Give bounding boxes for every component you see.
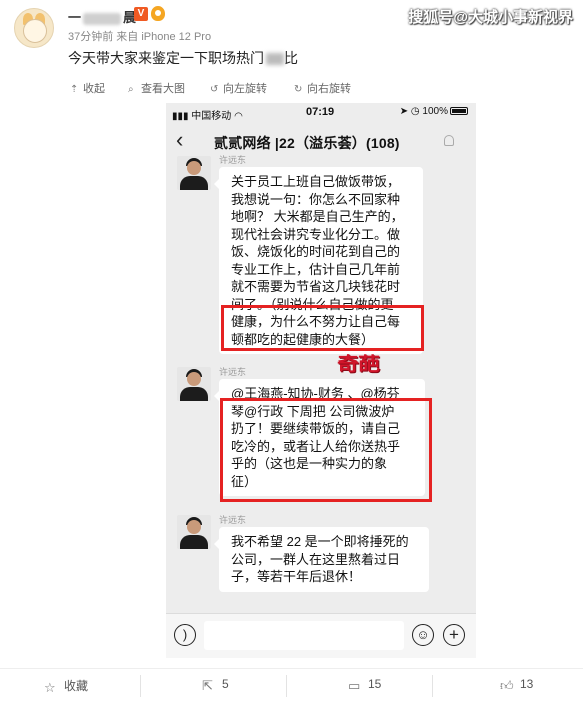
battery-text: 100% — [422, 106, 448, 117]
collapse-icon: ⇡ — [70, 84, 79, 95]
repost-button[interactable]: ⇱ 5 — [202, 677, 229, 693]
favorite-button[interactable]: ☆ 收藏 — [44, 677, 89, 695]
username-prefix: 一 — [68, 10, 82, 25]
username[interactable]: 一晨 — [68, 7, 136, 26]
battery-icon — [450, 107, 468, 116]
post-text: 今天带大家来鉴定一下职场热门 比 — [68, 48, 298, 68]
rotate-right-button[interactable]: ↻ 向右旋转 — [294, 80, 351, 96]
chat-bubble: 我不希望 22 是一个即将捶死的 公司，一群人在这里熬着过日 子，等若干年后退休… — [214, 527, 429, 592]
message-line: 专业工作上，估计自己几年前 — [231, 261, 401, 277]
avatar-face — [23, 19, 47, 43]
emoji-icon: ☺ — [412, 624, 434, 646]
post-meta: 37分钟前 来自 iPhone 12 Pro — [68, 31, 212, 43]
repost-count: 5 — [222, 677, 229, 691]
back-arrow-icon: ‹ — [176, 127, 184, 152]
divider — [432, 675, 433, 697]
message-line: 饭、烧饭化的时间花到自己的 — [231, 244, 401, 259]
rotate-right-icon: ↻ — [294, 84, 303, 95]
view-large-label: 查看大图 — [141, 83, 185, 95]
chat-header: ‹ 贰贰网络 |22（溢乐荟）(108) — [166, 121, 476, 161]
post-text-main: 今天带大家来鉴定一下职场热门 — [68, 50, 264, 66]
highlight-box — [221, 305, 424, 351]
phone-status-bar: ▮▮▮ 中国移动 ◠ 07:19 ➤ ◷ 100% — [166, 103, 476, 122]
watermark: 搜狐号@大城小事新视界 — [408, 9, 573, 26]
comment-count: 15 — [368, 677, 382, 691]
chat-screenshot-image[interactable]: ▮▮▮ 中国移动 ◠ 07:19 ➤ ◷ 100% ‹ 贰贰网络 |22（溢乐荟… — [166, 103, 476, 658]
chat-text-field — [204, 621, 404, 650]
favorite-label: 收藏 — [64, 679, 89, 693]
collapse-button[interactable]: ⇡ 收起 — [70, 80, 105, 96]
thumbs-up-icon: 👍︎ — [500, 678, 514, 693]
status-time: 07:19 — [306, 106, 335, 118]
avatar-body — [180, 535, 208, 549]
sender-avatar — [177, 156, 211, 190]
sender-avatar — [177, 367, 211, 401]
rotate-left-icon: ↺ — [210, 84, 219, 95]
sender-name: 许远东 — [219, 515, 247, 525]
message-line: 我想说一句：你怎么不回家种 — [231, 191, 401, 207]
divider — [140, 675, 141, 697]
mute-bell-icon — [444, 135, 454, 146]
avatar-head — [187, 372, 201, 386]
post-action-bar: ☆ 收藏 ⇱ 5 ▭ 15 👍︎ 13 — [0, 668, 583, 701]
comment-button[interactable]: ▭ 15 — [348, 677, 382, 693]
location-icon: ➤ — [399, 106, 409, 117]
avatar-body — [180, 176, 208, 190]
status-right: ➤ ◷ 100% — [400, 106, 468, 117]
divider — [286, 675, 287, 697]
magnifier-icon: ⌕ — [128, 84, 134, 95]
sender-avatar — [177, 515, 211, 549]
message-line: 地啊？ 大米都是自己生产的， — [231, 209, 404, 224]
comment-icon: ▭ — [348, 678, 361, 693]
message-line: 现代社会讲究专业化分工。做 — [231, 226, 401, 242]
message-line: 我不希望 22 是一个即将捶死的 — [231, 534, 409, 549]
highlight-box — [220, 398, 432, 502]
message-line: 公司，一群人在这里熬着过日 — [231, 551, 401, 567]
plus-icon: + — [443, 624, 465, 646]
alarm-icon: ◷ — [410, 106, 420, 117]
repost-icon: ⇱ — [202, 678, 213, 693]
chat-title: 贰贰网络 |22（溢乐荟）(108) — [214, 135, 400, 151]
avatar-head — [187, 520, 201, 534]
vip-badge-icon: V — [134, 7, 148, 21]
avatar-body — [180, 387, 208, 401]
rotate-left-button[interactable]: ↺ 向左旋转 — [210, 80, 267, 96]
like-button[interactable]: 👍︎ 13 — [500, 677, 534, 693]
post-text-redaction — [266, 53, 284, 66]
view-large-button[interactable]: ⌕ 查看大图 — [128, 80, 185, 96]
rotate-left-label: 向左旋转 — [223, 83, 267, 95]
message-line: 子，等若干年后退休！ — [231, 569, 362, 584]
chat-input-bar: ) ☺ + — [166, 613, 476, 658]
star-icon: ☆ — [44, 680, 56, 695]
sender-name: 许远东 — [219, 367, 247, 377]
level-badge-icon — [151, 6, 165, 21]
carrier-label: ▮▮▮ 中国移动 ◠ — [172, 111, 243, 122]
post-text-tail: 比 — [284, 50, 298, 66]
voice-icon: ) — [174, 624, 196, 646]
message-line: 关于员工上班自己做饭带饭， — [231, 174, 401, 189]
collapse-label: 收起 — [83, 83, 105, 95]
avatar-head — [187, 161, 201, 175]
stamp-label: 奇葩 — [337, 354, 380, 376]
user-avatar[interactable] — [14, 8, 54, 48]
post-header: 一晨 V 37分钟前 来自 iPhone 12 Pro 搜狐号@大城小事新视界 … — [0, 0, 583, 78]
like-count: 13 — [520, 677, 534, 691]
sender-name: 许远东 — [219, 155, 247, 165]
username-redaction — [83, 12, 122, 25]
message-line: 就不需要为节省这几块钱花时 — [231, 279, 401, 294]
rotate-right-label: 向右旋转 — [307, 83, 351, 95]
